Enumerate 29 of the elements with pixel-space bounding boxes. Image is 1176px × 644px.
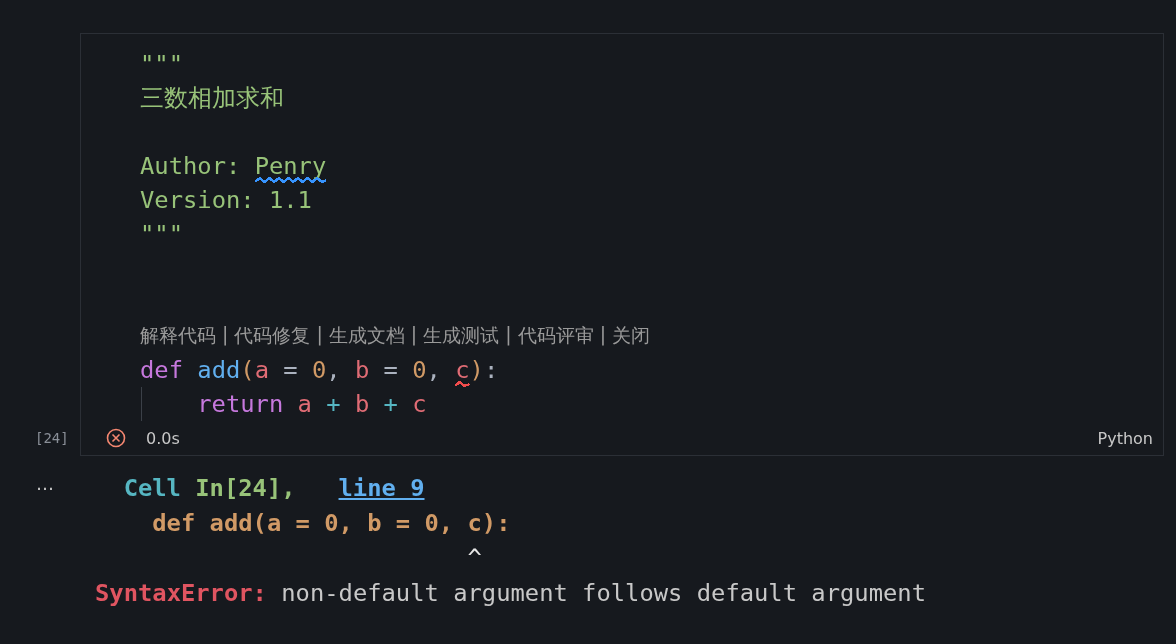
- separator: |: [410, 323, 418, 348]
- separator: |: [599, 323, 607, 348]
- error-type: SyntaxError:: [95, 578, 267, 607]
- separator: |: [316, 323, 323, 348]
- traceback-location: Cell: [123, 473, 181, 502]
- code-line: 三数相加求和: [140, 83, 284, 113]
- line-link[interactable]: line 9: [338, 473, 425, 502]
- code-line: Version: 1.1: [140, 185, 312, 215]
- code-action-link[interactable]: 解释代码: [140, 323, 216, 349]
- code-line: Author: Penry: [140, 151, 327, 181]
- error-message: non-default argument follows default argument: [281, 578, 926, 607]
- separator: |: [222, 323, 229, 348]
- code-action-link[interactable]: 生成测试: [423, 323, 500, 349]
- language-label[interactable]: Python: [1097, 428, 1153, 448]
- error-source-code: def add(a = 0, b = 0, c):: [152, 508, 511, 537]
- code-action-link[interactable]: 代码评审: [517, 323, 594, 349]
- code-line: """: [140, 219, 183, 249]
- execution-time: 0.0s: [146, 428, 180, 448]
- traceback-cell-ref: In[24],: [195, 473, 296, 502]
- output-menu[interactable]: …: [0, 470, 95, 610]
- code-line: """: [140, 49, 183, 79]
- code-action-link[interactable]: 关闭: [612, 323, 651, 349]
- execution-count: [24]: [35, 430, 69, 446]
- code-line: return a + b + c: [196, 389, 427, 419]
- separator: |: [505, 323, 512, 348]
- error-caret: ^: [467, 543, 482, 572]
- code-action-link[interactable]: 代码修复: [234, 323, 311, 349]
- code-action-link[interactable]: 生成文档: [328, 323, 405, 349]
- code-line: def add(a = 0, b = 0, c):: [140, 355, 499, 385]
